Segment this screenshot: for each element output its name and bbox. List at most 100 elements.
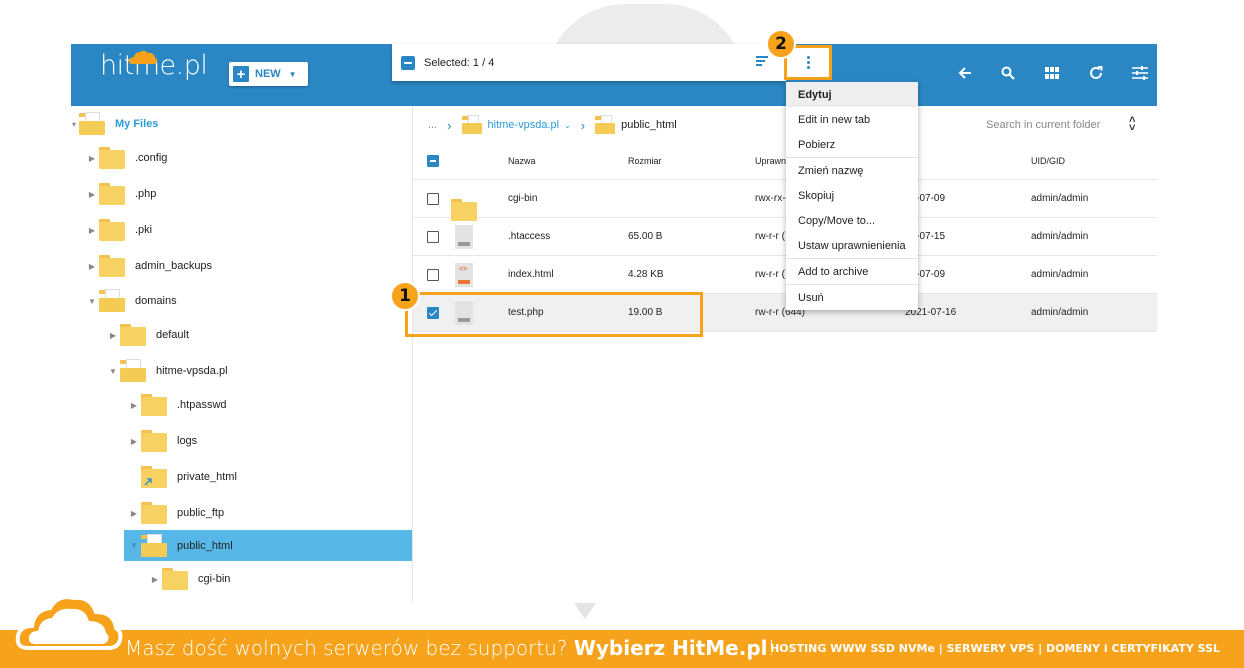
- table-row[interactable]: cgi-bin rwx-rx- 21-07-09 admin/admin: [413, 180, 1157, 221]
- tree-item-pki[interactable]: ▶ .pki: [85, 215, 152, 245]
- menu-item-copy-move[interactable]: Copy/Move to...: [786, 208, 918, 233]
- tree-item-private-html[interactable]: private_html: [127, 462, 237, 492]
- tree-root-my-files[interactable]: ▾ My Files: [71, 109, 158, 139]
- folder-open-icon: [141, 533, 167, 557]
- tree-item-cgi-bin[interactable]: ▶ cgi-bin: [148, 564, 230, 594]
- tree-item-default[interactable]: ▶ default: [106, 320, 189, 350]
- row-checkbox[interactable]: [427, 192, 439, 205]
- breadcrumb-domain[interactable]: hitme-vpsda.pl: [488, 119, 560, 131]
- folder-icon: [141, 430, 167, 452]
- tree-item-htpasswd[interactable]: ▶ .htpasswd: [127, 390, 227, 420]
- row-checkbox[interactable]: [427, 268, 439, 281]
- header-uid[interactable]: UID/GID: [1031, 156, 1151, 166]
- html-file-icon: <>: [455, 262, 473, 287]
- file-owner: admin/admin: [1031, 193, 1089, 204]
- new-button-label: NEW: [255, 68, 281, 80]
- menu-item-download[interactable]: Pobierz: [786, 132, 918, 157]
- menu-item-copy[interactable]: Skopiuj: [786, 183, 918, 208]
- chevron-right-icon[interactable]: ▶: [85, 226, 99, 235]
- menu-item-delete[interactable]: Usuń: [786, 285, 918, 310]
- chevron-down-icon[interactable]: ▼: [106, 367, 120, 376]
- table-row[interactable]: <> index.html 4.28 KB rw-r-r ( 21-07-09 …: [413, 256, 1157, 294]
- search-icon[interactable]: [997, 62, 1019, 84]
- menu-item-permissions[interactable]: Ustaw uprawnienienia: [786, 233, 918, 258]
- tree-item-public-html[interactable]: ▼ public_html: [124, 530, 412, 561]
- step-badge-1: 1: [390, 281, 420, 311]
- deselect-checkbox[interactable]: [401, 55, 415, 70]
- chevron-right-icon[interactable]: ▶: [127, 437, 141, 446]
- menu-item-edit[interactable]: Edytuj: [786, 82, 918, 107]
- tree-item-config[interactable]: ▶ .config: [85, 143, 167, 173]
- folder-icon: [141, 394, 167, 416]
- file-owner: admin/admin: [1031, 231, 1089, 242]
- chevron-right-icon[interactable]: ▶: [85, 154, 99, 163]
- chevron-right-icon[interactable]: ▶: [127, 509, 141, 518]
- grid-view-icon[interactable]: [1041, 62, 1063, 84]
- chevron-right-icon[interactable]: ▶: [127, 401, 141, 410]
- chevron-right-icon[interactable]: ▶: [106, 331, 120, 340]
- folder-tree: ▾ My Files ▶ .config ▶ .php ▶ .pki ▶ adm…: [71, 106, 413, 602]
- folder-icon: [120, 324, 146, 346]
- file-owner: admin/admin: [1031, 269, 1089, 280]
- folder-open-icon: [99, 289, 125, 312]
- menu-item-rename[interactable]: Zmień nazwę: [786, 158, 918, 183]
- folder-icon: [162, 568, 188, 590]
- folder-icon: [99, 183, 125, 205]
- breadcrumb-ellipsis[interactable]: ...: [428, 119, 437, 131]
- chevron-down-icon[interactable]: ▼: [85, 297, 99, 306]
- chevron-right-icon[interactable]: ▶: [148, 575, 162, 584]
- caret-down-icon: ▼: [288, 69, 297, 79]
- menu-item-archive[interactable]: Add to archive: [786, 259, 918, 284]
- folder-open-icon: [461, 115, 482, 134]
- file-date: 21-07-09: [905, 269, 946, 280]
- arrow-left-icon[interactable]: [954, 62, 976, 84]
- plus-icon: +: [233, 66, 249, 83]
- folder-icon: [99, 219, 125, 241]
- promo-text: Masz dość wolnych serwerów bez supportu?…: [125, 636, 776, 660]
- file-name: index.html: [508, 269, 554, 280]
- breadcrumb-current: public_html: [621, 119, 677, 131]
- folder-open-icon: [595, 115, 616, 134]
- file-date: 21-07-15: [905, 231, 946, 242]
- header-size[interactable]: Rozmiar: [628, 156, 755, 166]
- tree-item-domains[interactable]: ▼ domains: [85, 286, 177, 316]
- tree-item-logs[interactable]: ▶ logs: [127, 426, 197, 456]
- context-menu: Edytuj Edit in new tab Pobierz Zmień naz…: [786, 82, 918, 310]
- tree-item-public-ftp[interactable]: ▶ public_ftp: [127, 498, 224, 528]
- file-icon: [455, 224, 473, 249]
- row-checkbox[interactable]: [427, 230, 439, 243]
- chevron-down-icon[interactable]: ▾: [71, 120, 77, 129]
- scroll-down-indicator: [574, 603, 596, 619]
- file-size: 4.28 KB: [628, 269, 664, 280]
- refresh-icon[interactable]: [1085, 62, 1107, 84]
- header-name[interactable]: Nazwa: [508, 156, 628, 166]
- table-header: Nazwa Rozmiar Uprawn ta UID/GID: [413, 143, 1157, 180]
- table-row[interactable]: .htaccess 65.00 B rw-r-r ( 21-07-15 admi…: [413, 218, 1157, 256]
- highlight-box-selected-file: [405, 292, 703, 337]
- chevron-right-icon[interactable]: ▶: [85, 190, 99, 199]
- tree-item-admin-backups[interactable]: ▶ admin_backups: [85, 251, 212, 281]
- header-date[interactable]: ta: [905, 156, 1031, 166]
- step-badge-2: 2: [766, 29, 796, 59]
- tree-item-hitme-vpsda[interactable]: ▼ hitme-vpsda.pl: [106, 356, 228, 386]
- search-input[interactable]: Search in current folder: [986, 119, 1100, 131]
- menu-item-edit-new-tab[interactable]: Edit in new tab: [786, 107, 918, 132]
- more-vertical-icon: [806, 55, 810, 70]
- logo-cloud-icon: [128, 50, 158, 64]
- new-button[interactable]: + NEW ▼: [229, 62, 308, 86]
- chevron-right-icon[interactable]: ▶: [85, 262, 99, 271]
- folder-open-icon: [120, 359, 146, 382]
- services-list: HOSTING WWW SSD NVMe | SERWERY VPS | DOM…: [770, 642, 1220, 655]
- file-name: cgi-bin: [508, 193, 538, 204]
- settings-sliders-icon[interactable]: [1129, 62, 1151, 84]
- file-date: 21-07-09: [905, 193, 946, 204]
- collapse-toggle-icon[interactable]: ˄ ˅: [1129, 115, 1135, 134]
- chevron-down-icon[interactable]: ▼: [127, 541, 141, 550]
- folder-icon: [99, 255, 125, 277]
- sort-icon[interactable]: [756, 56, 768, 68]
- file-owner: admin/admin: [1031, 307, 1089, 318]
- chevron-down-icon[interactable]: ⌄: [564, 121, 571, 130]
- tree-item-php[interactable]: ▶ .php: [85, 179, 156, 209]
- select-all-checkbox[interactable]: [427, 155, 439, 167]
- folder-shared-icon: [141, 466, 167, 488]
